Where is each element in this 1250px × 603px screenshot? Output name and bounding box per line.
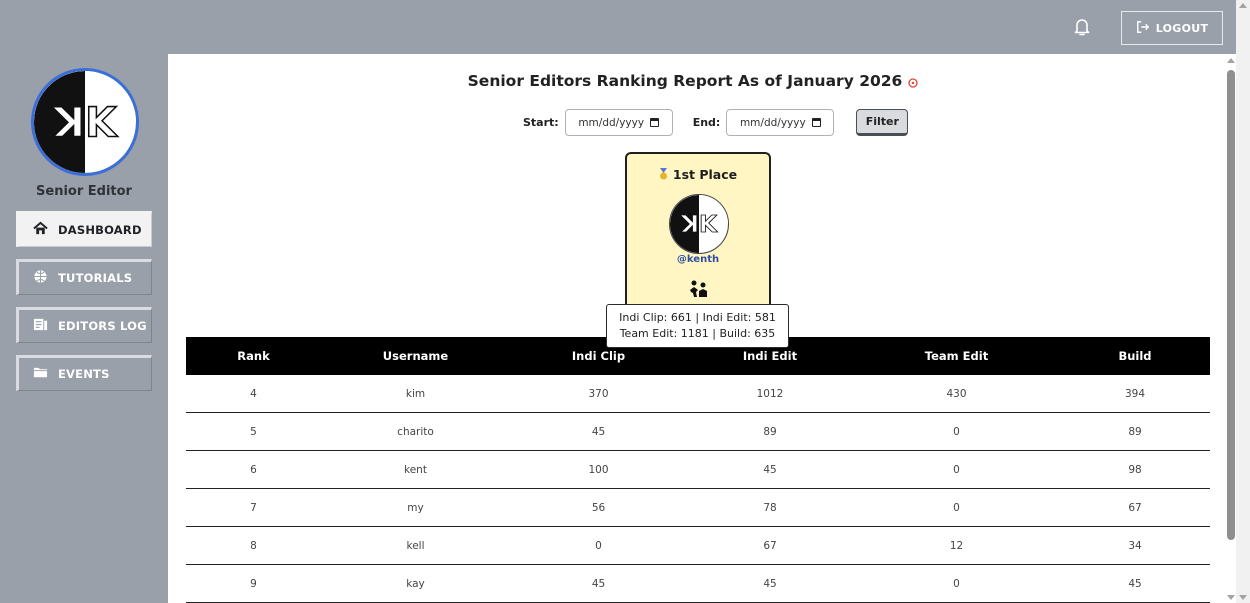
table-cell: 45	[591, 577, 606, 590]
table-cell: kell	[406, 539, 425, 552]
table-cell: 89	[1128, 425, 1142, 438]
table-cell: 45	[591, 425, 606, 438]
table-cell: 45	[763, 463, 777, 476]
end-date-input[interactable]: mm/dd/yyyy	[726, 109, 835, 136]
table-cell: 9	[250, 577, 257, 590]
table-cell: 67	[1128, 501, 1142, 514]
sidebar: ꓘK Senior Editor DASHBOARD TUTORIALS EDI…	[0, 54, 168, 603]
main-panel: Senior Editors Ranking Report As of Janu…	[168, 54, 1236, 603]
user-role: Senior Editor	[36, 184, 132, 199]
bell-icon[interactable]	[1072, 16, 1092, 38]
scroll-down-arrow[interactable]	[1239, 595, 1247, 600]
table-cell: 0	[953, 463, 960, 476]
logout-button[interactable]: LOGOUT	[1121, 11, 1223, 45]
table-cell: 45	[1128, 577, 1142, 590]
table-cell: 100	[588, 463, 609, 476]
table-row[interactable]: 9 kay 45 45 0 45	[186, 565, 1210, 603]
table-cell: 0	[953, 501, 960, 514]
table-cell: 89	[763, 425, 777, 438]
sidebar-item-label: DASHBOARD	[58, 223, 142, 237]
column-header[interactable]: Indi Edit	[687, 349, 853, 363]
calendar-icon[interactable]	[811, 118, 821, 127]
logout-label: LOGOUT	[1155, 21, 1209, 35]
calendar-icon[interactable]	[650, 118, 660, 127]
table-cell: 0	[953, 425, 960, 438]
start-date-input[interactable]: mm/dd/yyyy	[564, 109, 673, 136]
column-header[interactable]: Team Edit	[853, 349, 1060, 363]
table-cell: 0	[953, 577, 960, 590]
start-label: Start:	[523, 116, 559, 129]
table-body: 4 kim 370 1012 430 394 5 charito 45 89 0 89 6 kent 100…	[186, 375, 1210, 603]
end-date-value: mm/dd/yyyy	[739, 116, 806, 129]
scroll-up-arrow[interactable]	[1227, 58, 1235, 63]
filter-row: Start: mm/dd/yyyy End: mm/dd/yyyy Filter	[523, 109, 909, 136]
stats-tooltip: Indi Clip: 661 | Indi Edit: 581 Team Edi…	[606, 304, 789, 348]
column-header[interactable]: Username	[321, 349, 510, 363]
table-cell: my	[407, 501, 424, 514]
window-scrollbar[interactable]	[1236, 0, 1250, 603]
filter-button[interactable]: Filter	[856, 109, 909, 136]
table-cell: 1012	[756, 387, 784, 400]
place-label: 1st Place	[627, 167, 769, 182]
sidebar-item-label: TUTORIALS	[58, 271, 133, 285]
table-cell: 394	[1124, 387, 1146, 400]
table-cell: 0	[595, 539, 602, 552]
end-label: End:	[692, 116, 721, 129]
content-scrollbar[interactable]	[1224, 54, 1236, 603]
log-icon	[33, 317, 48, 335]
table-row[interactable]: 7 my 56 78 0 67	[186, 489, 1210, 527]
sidebar-item-tutorials[interactable]: TUTORIALS	[16, 259, 152, 295]
scroll-up-arrow[interactable]	[1239, 3, 1247, 8]
table-cell: 98	[1128, 463, 1142, 476]
winner-username: @kenth	[676, 254, 720, 265]
table-row[interactable]: 5 charito 45 89 0 89	[186, 413, 1210, 451]
table-cell: 8	[250, 539, 257, 552]
table-cell: kay	[406, 577, 425, 590]
table-cell: 370	[588, 387, 609, 400]
sidebar-item-label: EDITORS LOG	[58, 319, 147, 333]
table-cell: 67	[763, 539, 777, 552]
home-icon	[33, 221, 48, 239]
info-icon[interactable]	[908, 74, 918, 88]
folder-icon	[33, 365, 48, 383]
ranking-table: Rank Username Indi Clip Indi Edit Team E…	[186, 337, 1210, 603]
page-title: Senior Editors Ranking Report As of Janu…	[168, 72, 1218, 90]
table-cell: 34	[1128, 539, 1142, 552]
table-cell: 78	[763, 501, 777, 514]
column-header[interactable]: Indi Clip	[510, 349, 687, 363]
column-header[interactable]: Rank	[186, 349, 321, 363]
table-cell: kim	[405, 387, 426, 400]
team-icon[interactable]	[688, 279, 710, 299]
table-row[interactable]: 8 kell 0 67 12 34	[186, 527, 1210, 565]
sidebar-item-editors-log[interactable]: EDITORS LOG	[16, 307, 152, 343]
sidebar-item-label: EVENTS	[58, 367, 110, 381]
globe-icon	[33, 269, 48, 287]
start-date-value: mm/dd/yyyy	[578, 116, 645, 129]
table-cell: 430	[946, 387, 967, 400]
table-cell: 12	[949, 539, 964, 552]
avatar: ꓘK	[31, 68, 139, 176]
table-cell: kent	[404, 463, 427, 476]
svg-text:ꓘK: ꓘK	[680, 211, 718, 238]
table-cell: 56	[591, 501, 606, 514]
table-cell: 7	[250, 501, 257, 514]
table-cell: 4	[250, 387, 257, 400]
top-bar: LOGOUT	[0, 0, 1250, 54]
svg-text:ꓘK: ꓘK	[51, 98, 118, 146]
sidebar-item-events[interactable]: EVENTS	[16, 355, 152, 391]
scroll-thumb[interactable]	[1227, 70, 1235, 540]
table-cell: charito	[397, 425, 434, 438]
sidebar-item-dashboard[interactable]: DASHBOARD	[16, 211, 152, 247]
scroll-down-arrow[interactable]	[1227, 595, 1235, 600]
table-cell: 6	[250, 463, 257, 476]
logout-icon	[1136, 20, 1150, 37]
table-cell: 45	[763, 577, 777, 590]
medal-icon	[659, 168, 668, 180]
table-row[interactable]: 4 kim 370 1012 430 394	[186, 375, 1210, 413]
table-row[interactable]: 6 kent 100 45 0 98	[186, 451, 1210, 489]
table-cell: 5	[250, 425, 257, 438]
column-header[interactable]: Build	[1060, 349, 1210, 363]
winner-avatar: ꓘK	[669, 194, 729, 254]
